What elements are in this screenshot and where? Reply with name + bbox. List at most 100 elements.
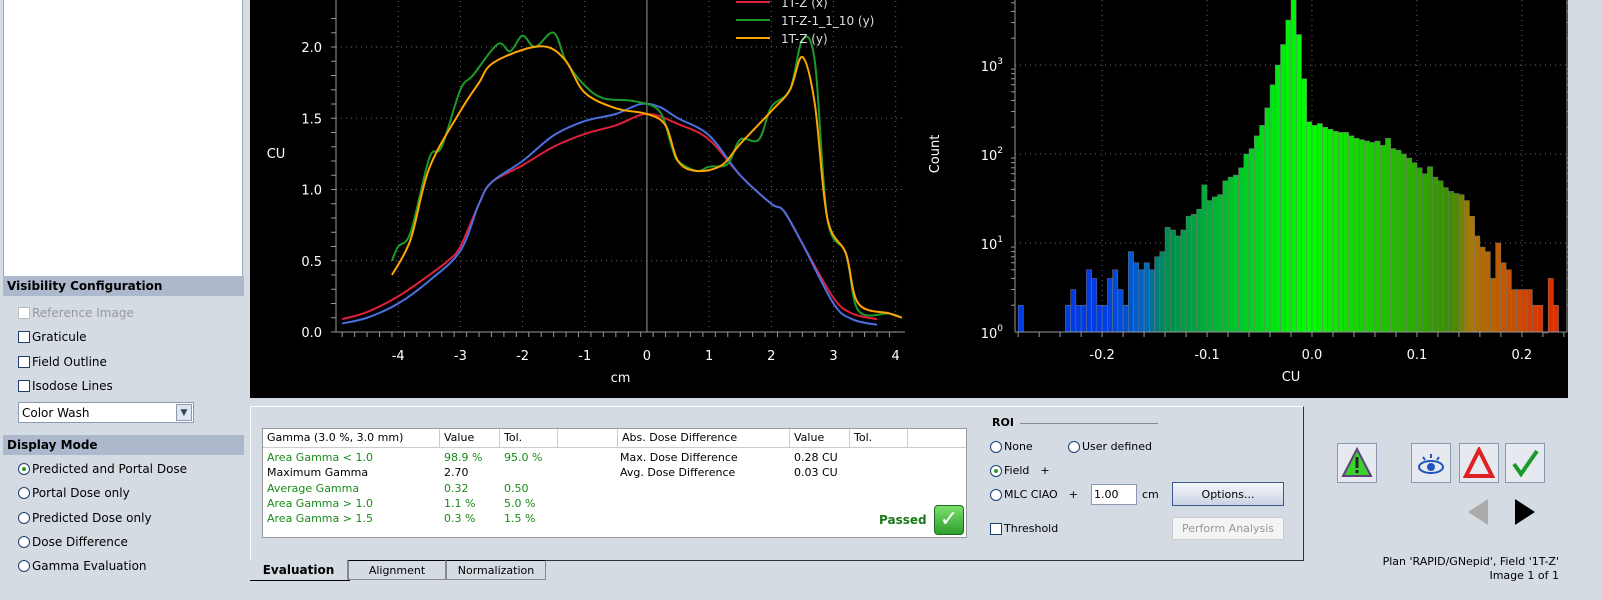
- radio-display-mode[interactable]: Predicted Dose only: [18, 511, 152, 525]
- radio[interactable]: [18, 463, 30, 475]
- radio[interactable]: [990, 488, 1002, 501]
- checkbox-box[interactable]: [18, 331, 30, 343]
- series-line: [341, 102, 878, 326]
- previous-image-button[interactable]: [1466, 498, 1490, 529]
- y-tick-label: 103: [981, 57, 1003, 75]
- checkbox-isodose-lines[interactable]: Isodose Lines: [18, 379, 113, 393]
- charts-svg: 0.0 0.5 1.0 1.5 2.0 -4 -3 -2 -1 0 1 2 3 4 cm CU 1T-Z (x)…: [267, 0, 1571, 386]
- radio-display-mode[interactable]: Gamma Evaluation: [18, 559, 147, 573]
- histogram-bar: [1101, 304, 1108, 333]
- x-axis-label: CU: [1282, 370, 1301, 385]
- x-tick-label: -4: [392, 349, 405, 364]
- select-value: Color Wash: [22, 406, 90, 420]
- histogram-bar: [1285, 19, 1292, 333]
- tab-normalization[interactable]: Normalization: [446, 560, 546, 580]
- options-button[interactable]: Options...: [1172, 482, 1284, 506]
- histogram-bar: [1442, 187, 1449, 333]
- view-button[interactable]: [1411, 443, 1451, 483]
- cell-value: 1.1 %: [444, 496, 476, 510]
- perform-analysis-button[interactable]: Perform Analysis: [1172, 517, 1284, 540]
- x-tick-label: 4: [892, 349, 900, 364]
- checkbox-reference-image[interactable]: Reference Image: [18, 306, 134, 320]
- checkbox-box[interactable]: [18, 307, 30, 319]
- histogram-bar: [1379, 145, 1386, 333]
- plan-field-label: Plan 'RAPID/GNepid', Field '1T-Z': [1382, 555, 1559, 568]
- cell-value: 0.32: [444, 481, 469, 495]
- margin-unit: cm: [1142, 488, 1159, 501]
- histogram-bar: [1511, 289, 1517, 333]
- checkbox-threshold[interactable]: Threshold: [990, 522, 1058, 535]
- series-line: [341, 112, 878, 321]
- radio-roi-user-defined[interactable]: User defined: [1068, 440, 1152, 453]
- checkbox-graticule[interactable]: Graticule: [18, 330, 87, 344]
- eye-icon: [1418, 454, 1444, 474]
- histogram-bar: [1411, 162, 1418, 333]
- checkbox-box[interactable]: [18, 380, 30, 392]
- histogram-bar: [1306, 121, 1313, 333]
- checkbox-box[interactable]: [18, 356, 30, 368]
- checkbox-field-outline[interactable]: Field Outline: [18, 355, 107, 369]
- next-image-button[interactable]: [1513, 498, 1537, 529]
- histogram-bar: [1264, 107, 1271, 333]
- y-tick-label: 0.5: [301, 255, 322, 270]
- y-tick-label: 1.0: [301, 184, 322, 199]
- x-tick-label: 1: [705, 349, 713, 364]
- histogram-bar: [1138, 269, 1145, 333]
- histogram-bar: [1112, 269, 1119, 333]
- histogram-bar: [1427, 166, 1433, 333]
- histogram-bar: [1526, 289, 1533, 333]
- histogram-bar: [1385, 138, 1391, 333]
- warning-icon: [1341, 447, 1373, 477]
- checkbox-box[interactable]: [990, 522, 1002, 535]
- plus-label: +: [1068, 488, 1078, 501]
- radio[interactable]: [1068, 440, 1080, 453]
- radio-roi-field[interactable]: Field +: [990, 464, 1050, 477]
- radio[interactable]: [18, 535, 30, 548]
- histogram-bar: [1290, 0, 1297, 333]
- cell-value: 0.28 CU: [794, 451, 838, 464]
- histogram-bar: [1080, 304, 1087, 333]
- histogram-bar: [1343, 132, 1349, 333]
- col-header: Abs. Dose Difference: [618, 429, 790, 447]
- histogram-bar: [1154, 256, 1161, 333]
- tab-evaluation[interactable]: Evaluation: [250, 560, 348, 580]
- radio-display-mode[interactable]: Dose Difference: [18, 535, 128, 549]
- histogram-bar: [1406, 157, 1412, 333]
- radio[interactable]: [18, 511, 30, 524]
- difference-button[interactable]: [1459, 443, 1499, 483]
- legend-label: 1T-Z (y): [781, 32, 828, 46]
- cell-label: Average Gamma: [267, 481, 360, 495]
- histogram-bar: [1322, 126, 1328, 333]
- histogram-bar: [1248, 148, 1255, 333]
- x-tick-label: -2: [516, 349, 529, 364]
- radio-display-mode[interactable]: Portal Dose only: [18, 486, 130, 500]
- histogram-bar: [1458, 194, 1465, 333]
- radio-roi-none[interactable]: None: [990, 440, 1033, 453]
- radio[interactable]: [18, 560, 30, 573]
- warning-button[interactable]: [1337, 443, 1377, 483]
- approve-button[interactable]: [1505, 443, 1545, 483]
- histogram-bar: [1117, 289, 1124, 333]
- histogram-bar: [1065, 304, 1071, 333]
- radio-label: User defined: [1082, 440, 1152, 453]
- histogram-bar: [1238, 167, 1245, 333]
- radio-label: Predicted and Portal Dose: [32, 462, 188, 476]
- histogram-bar: [1159, 251, 1166, 333]
- radio[interactable]: [18, 487, 30, 500]
- col-header: Value: [790, 429, 850, 447]
- colormap-select[interactable]: Color Wash ▼: [18, 402, 194, 423]
- radio[interactable]: [990, 464, 1002, 477]
- tab-alignment[interactable]: Alignment: [348, 560, 446, 580]
- histogram-bar: [1353, 138, 1360, 333]
- margin-input[interactable]: [1091, 484, 1137, 505]
- y-axis-label: CU: [267, 147, 286, 162]
- chevron-down-icon[interactable]: ▼: [176, 404, 192, 421]
- arrow-right-icon: [1515, 499, 1535, 525]
- image-count-label: Image 1 of 1: [1489, 569, 1559, 582]
- histogram-bar: [1075, 304, 1082, 333]
- col-header: Tol.: [850, 429, 908, 447]
- checkbox-label: Reference Image: [32, 306, 134, 320]
- radio-roi-mlc[interactable]: MLC CIAO +: [990, 488, 1078, 501]
- radio-display-mode[interactable]: Predicted and Portal Dose: [18, 462, 187, 476]
- radio[interactable]: [990, 440, 1002, 453]
